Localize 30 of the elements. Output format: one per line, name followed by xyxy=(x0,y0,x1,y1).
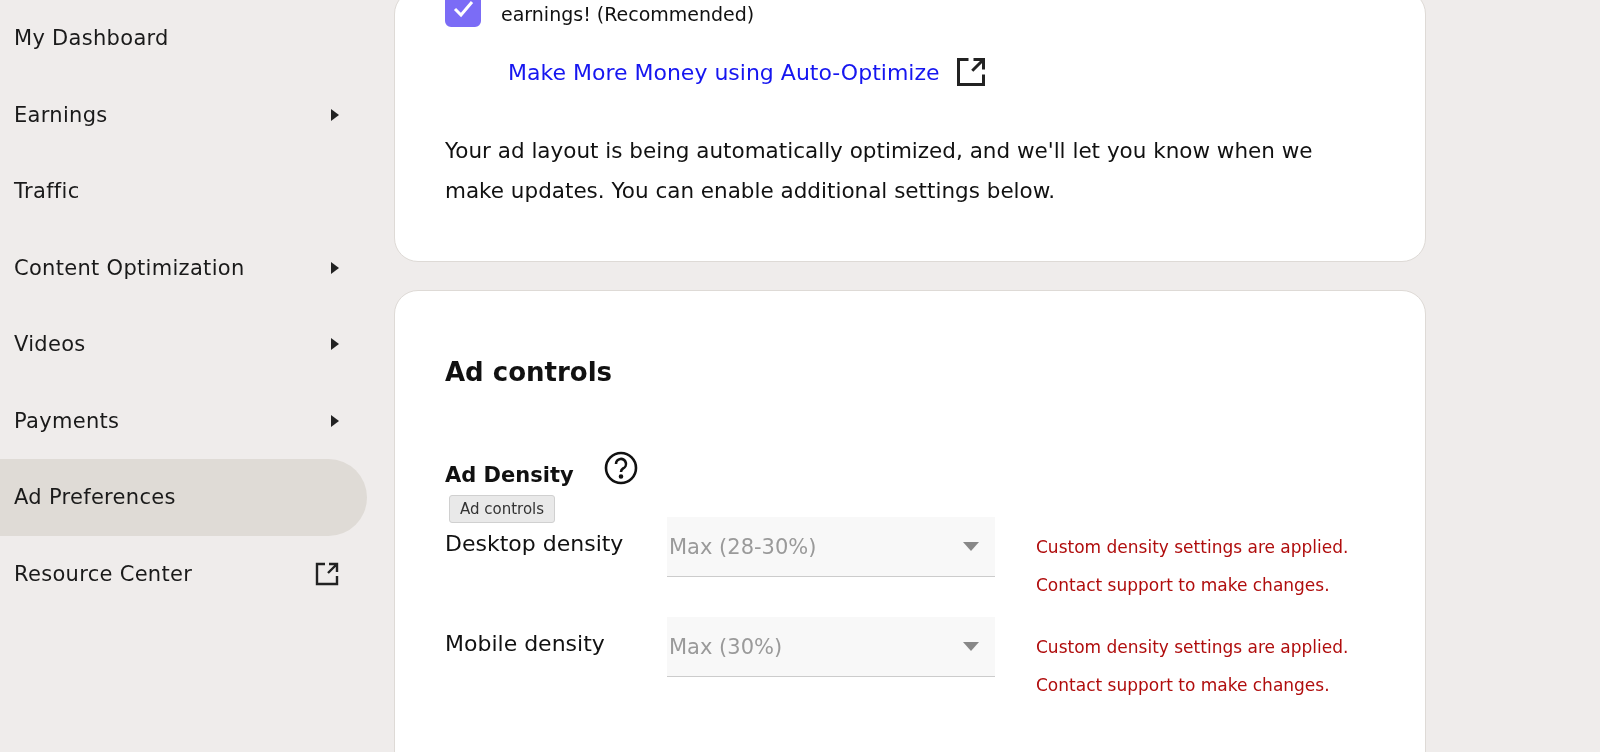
sidebar-item[interactable]: Videos xyxy=(0,306,367,383)
warning-text: Contact support to make changes. xyxy=(1036,675,1331,695)
sidebar-item[interactable]: Resource Center xyxy=(0,535,367,612)
caret-icon xyxy=(331,338,339,351)
section-title: Ad controls xyxy=(445,357,614,387)
description-text: Your ad layout is being automatically optimized, and we'll let you know when we make updates. You can enable additional settings below. xyxy=(445,137,1314,205)
auto-optimize-link[interactable]: Make More Money using Auto-Optimize xyxy=(508,59,940,85)
warning-text: Contact support to make changes. xyxy=(1036,575,1331,595)
external-link-icon xyxy=(955,57,986,87)
checkbox-label: earnings! (Recommended) xyxy=(501,2,755,25)
tooltip: Ad controls xyxy=(449,495,556,523)
checkbox[interactable] xyxy=(445,0,481,27)
dropdown-caret-icon xyxy=(963,642,979,651)
warning-text: Custom density settings are applied. xyxy=(1036,637,1349,657)
sidebar-item[interactable]: Content Optimization xyxy=(0,229,367,306)
external-link-icon xyxy=(315,561,339,586)
sidebar-item[interactable]: Ad Preferences xyxy=(0,459,367,536)
dropdown-caret-icon xyxy=(963,542,979,551)
caret-icon xyxy=(331,108,339,121)
sidebar-item[interactable]: Earnings xyxy=(0,76,367,153)
subsection-title: Ad Density xyxy=(445,463,574,487)
sidebar-item[interactable]: Payments xyxy=(0,382,367,459)
field-label: Mobile density xyxy=(445,630,606,656)
warning-text: Custom density settings are applied. xyxy=(1036,537,1349,557)
field-label: Desktop density xyxy=(445,530,625,556)
caret-icon xyxy=(331,261,339,274)
sidebar-item[interactable]: My Dashboard xyxy=(0,0,367,77)
caret-icon xyxy=(331,414,339,427)
sidebar-item[interactable]: Traffic xyxy=(0,153,367,230)
help-icon[interactable] xyxy=(603,451,638,485)
